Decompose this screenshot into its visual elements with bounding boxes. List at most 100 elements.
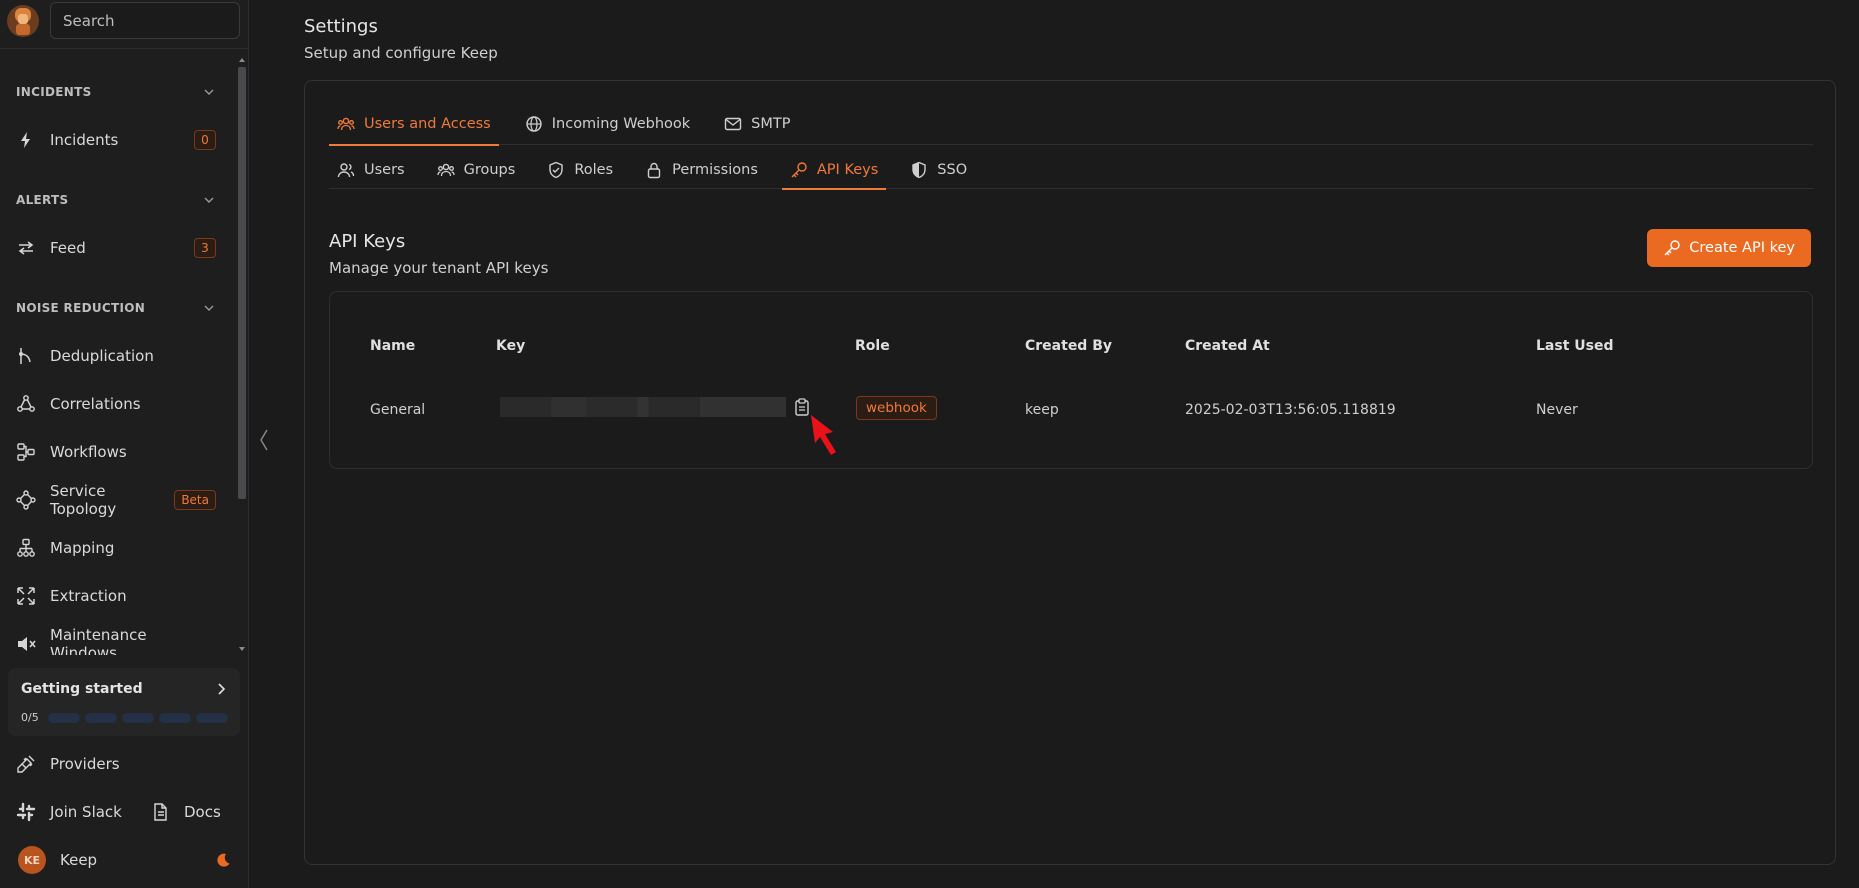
sidebar-item-incidents[interactable]: Incidents 0	[16, 125, 216, 155]
groups-icon	[436, 163, 455, 177]
avatar: KE	[18, 846, 46, 874]
progress-step	[85, 713, 117, 723]
clipboard-copy-icon[interactable]	[794, 398, 810, 416]
column-header-name: Name	[370, 338, 416, 354]
sidebar-item-label: Correlations	[50, 395, 141, 413]
section-alerts[interactable]: ALERTS	[16, 190, 216, 210]
feed-count-badge: 3	[194, 238, 216, 258]
users-group-icon	[337, 117, 355, 131]
page-subtitle: Setup and configure Keep	[304, 44, 498, 62]
sidebar-scrollbar[interactable]	[236, 55, 248, 655]
sidebar-item-label: Workflows	[50, 443, 127, 461]
sidebar-item-extraction[interactable]: Extraction	[16, 581, 216, 611]
docs-label: Docs	[184, 803, 221, 821]
tab-label: Roles	[574, 162, 614, 178]
sidebar-item-feed[interactable]: Feed 3	[16, 233, 216, 263]
tab-users-and-access[interactable]: Users and Access	[329, 103, 499, 146]
moon-icon[interactable]	[215, 852, 231, 868]
keep-logo-icon[interactable]	[6, 4, 40, 38]
workflow-icon	[17, 443, 35, 461]
section-alerts-label: ALERTS	[16, 193, 69, 207]
search-input[interactable]	[50, 2, 240, 39]
column-header-created-at: Created At	[1185, 338, 1270, 354]
speaker-mute-icon	[18, 637, 36, 651]
tab-label: Permissions	[672, 162, 758, 178]
sidebar-item-label: Mapping	[50, 539, 115, 557]
create-api-key-button[interactable]: Create API key	[1647, 229, 1811, 267]
merge-icon	[19, 348, 31, 364]
plug-icon	[17, 755, 35, 773]
scroll-up-icon[interactable]	[238, 56, 246, 64]
cell-last-used: Never	[1536, 402, 1578, 418]
tab-label: API Keys	[816, 162, 879, 178]
settings-card: Users and Access Incoming Webhook SMTP U…	[304, 80, 1836, 865]
shield-half-icon	[912, 161, 926, 179]
chevron-down-icon	[204, 197, 214, 203]
section-noise-reduction[interactable]: NOISE REDUCTION	[16, 298, 216, 318]
tab-label: SMTP	[751, 116, 791, 132]
column-header-created-by: Created By	[1025, 338, 1113, 354]
progress-step	[159, 713, 191, 723]
sidebar-item-label: Service Topology	[50, 482, 117, 518]
getting-started-progress: 0/5	[21, 711, 39, 724]
mail-icon	[724, 117, 742, 131]
lock-icon	[647, 162, 661, 179]
scroll-down-icon[interactable]	[238, 645, 246, 653]
users-access-subtabs: Users Groups Roles Permissions API Keys …	[329, 151, 1813, 190]
scroll-thumb[interactable]	[238, 67, 246, 499]
api-keys-subtitle: Manage your tenant API keys	[329, 259, 549, 277]
section-incidents-label: INCIDENTS	[16, 85, 92, 99]
tab-smtp[interactable]: SMTP	[716, 103, 798, 145]
mapping-icon	[17, 538, 35, 557]
sidebar-item-providers[interactable]: Providers	[16, 749, 120, 779]
tab-label: Incoming Webhook	[551, 116, 691, 132]
create-api-key-label: Create API key	[1689, 240, 1795, 256]
key-icon	[791, 162, 807, 178]
user-name: Keep	[60, 851, 98, 869]
user-menu[interactable]: KE Keep	[18, 845, 97, 875]
page-title: Settings	[304, 16, 378, 37]
section-incidents[interactable]: INCIDENTS	[16, 82, 216, 102]
role-badge: webhook	[856, 396, 937, 420]
tab-api-keys[interactable]: API Keys	[781, 151, 887, 190]
tab-label: SSO	[937, 162, 968, 178]
cell-created-by: keep	[1025, 402, 1059, 418]
column-header-key: Key	[496, 338, 526, 354]
sidebar-item-deduplication[interactable]: Deduplication	[16, 341, 216, 371]
collapse-sidebar-icon[interactable]	[258, 428, 270, 452]
sidebar-item-mapping[interactable]: Mapping	[16, 533, 216, 563]
expand-arrows-icon	[17, 587, 35, 605]
sidebar-item-label: Maintenance Windows	[50, 626, 147, 655]
cell-name: General	[370, 402, 426, 418]
sidebar-item-label: Extraction	[50, 587, 127, 605]
api-keys-table: Name Key Role Created By Created At Last…	[329, 291, 1813, 469]
incidents-count-badge: 0	[194, 130, 216, 150]
sidebar-item-service-topology[interactable]: Service Topology Beta	[16, 482, 216, 518]
document-icon	[154, 803, 167, 821]
arrows-swap-icon	[18, 241, 34, 255]
tab-permissions[interactable]: Permissions	[637, 151, 766, 189]
join-slack-label: Join Slack	[50, 803, 122, 821]
tab-incoming-webhook[interactable]: Incoming Webhook	[517, 103, 698, 145]
tab-sso[interactable]: SSO	[902, 151, 975, 189]
progress-step	[48, 713, 80, 723]
getting-started-title: Getting started	[21, 681, 143, 697]
slack-icon	[16, 802, 36, 822]
getting-started-card[interactable]: Getting started 0/5	[8, 668, 240, 736]
lightning-icon	[21, 132, 30, 148]
tab-label: Groups	[463, 162, 516, 178]
correlation-icon	[17, 395, 35, 412]
tab-users[interactable]: Users	[329, 151, 413, 189]
sidebar-item-correlations[interactable]: Correlations	[16, 389, 216, 419]
sidebar-item-workflows[interactable]: Workflows	[16, 437, 216, 467]
tab-roles[interactable]: Roles	[539, 151, 621, 189]
chevron-right-icon[interactable]	[214, 682, 228, 696]
join-slack-link[interactable]: Join Slack	[16, 797, 122, 827]
sidebar-item-maintenance-windows[interactable]: Maintenance Windows	[16, 626, 216, 655]
sidebar-item-label: Incidents	[50, 131, 119, 149]
docs-link[interactable]: Docs	[150, 797, 221, 827]
users-icon	[337, 163, 355, 178]
tab-groups[interactable]: Groups	[429, 151, 524, 189]
sidebar: INCIDENTS Incidents 0 ALERTS Feed 3 NOIS…	[0, 0, 249, 888]
column-header-last-used: Last Used	[1536, 338, 1614, 354]
